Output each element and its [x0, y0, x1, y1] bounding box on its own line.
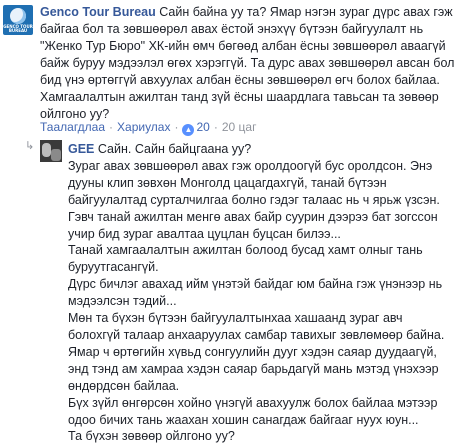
reply-paragraph: Сайн. Сайн байцгаана уу? — [97, 142, 252, 156]
reply-paragraph: Танай хамгаалалтын ажилтан болоод бусад … — [68, 243, 423, 275]
reply-arrow-icon: ↳ — [25, 140, 35, 152]
comment-time[interactable]: 20 цаг — [222, 120, 257, 134]
avatar[interactable] — [40, 140, 62, 162]
reply-author[interactable]: GEE — [68, 142, 94, 156]
reply-paragraph: Дүрс бичлэг авахад ийм үнэтэй байдаг юм … — [68, 277, 443, 309]
comment-actions: Таалагдлаа · Хариулах · ▲ 20 · 20 цаг — [40, 119, 256, 136]
reply-paragraph: Мөн та бүхэн бүтээн байгуулалтынхаа хаша… — [68, 311, 445, 393]
reply-body: GEE Сайн. Сайн байцгаана уу? Зураг авах … — [68, 141, 456, 445]
comment-text: Сайн байна уу та? Ямар нэгэн зураг дүрс … — [40, 5, 458, 121]
separator: · — [213, 120, 218, 134]
comment-author[interactable]: Genco Tour Bureau — [40, 5, 156, 19]
like-count[interactable]: 20 — [196, 120, 209, 134]
comment-body: Genco Tour Bureau Сайн байна уу та? Ямар… — [40, 4, 456, 123]
avatar[interactable]: GENCO TOUR BUREAU — [3, 5, 33, 35]
thumbs-up-icon: ▲ — [182, 124, 195, 136]
separator: · — [174, 120, 179, 134]
like-link[interactable]: Таалагдлаа — [40, 120, 105, 134]
reply-link[interactable]: Хариулах — [117, 120, 170, 134]
reply-paragraph: Бүх зүйл өнгөрсөн хойно үнэгүй авахуулж … — [68, 395, 438, 427]
avatar-brand-text: GENCO TOUR BUREAU — [3, 24, 33, 33]
globe-logo-icon — [10, 8, 26, 24]
separator: · — [109, 120, 114, 134]
reply-paragraph: Зураг авах зөвшөөрөл авах гэж оролдоогүй… — [68, 158, 440, 241]
